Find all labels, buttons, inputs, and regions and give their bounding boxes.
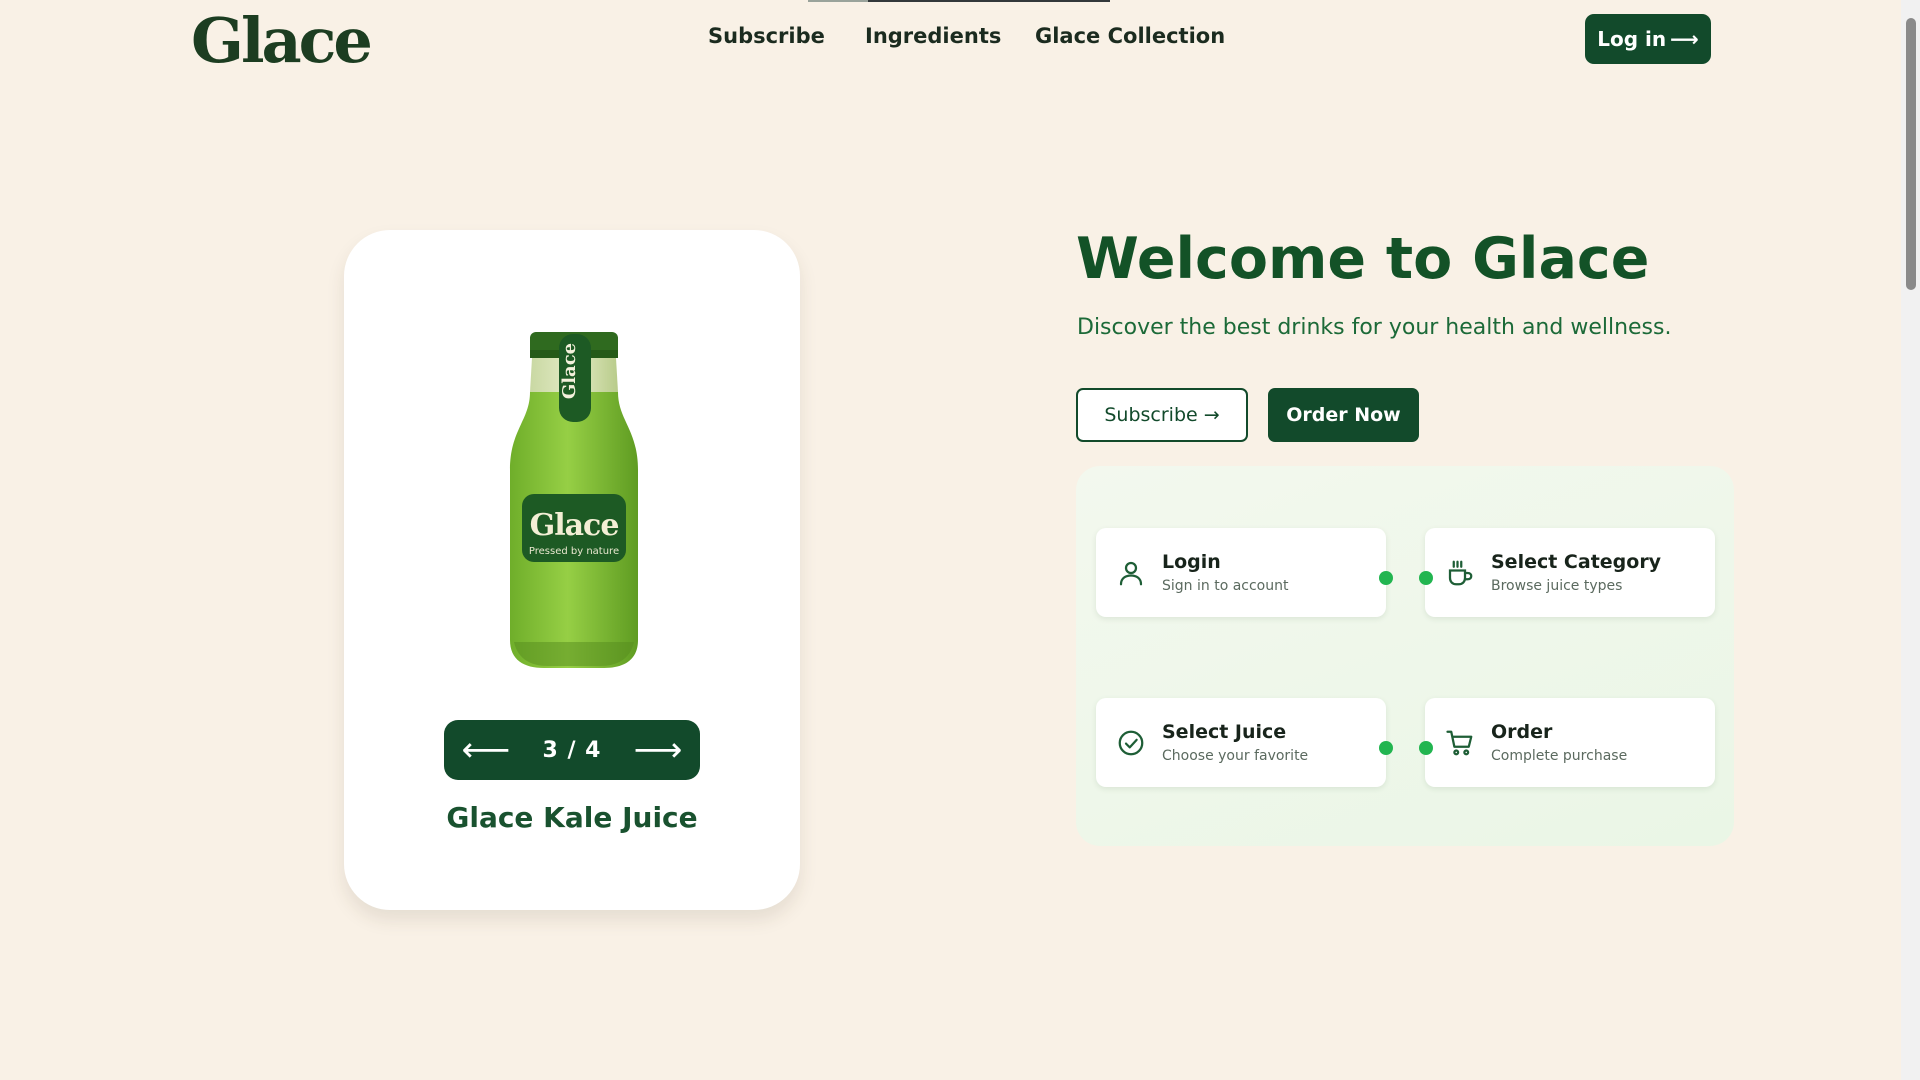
step-title: Login bbox=[1162, 551, 1221, 573]
step-title: Select Juice bbox=[1162, 721, 1287, 743]
cup-icon bbox=[1448, 560, 1473, 585]
nav-ingredients[interactable]: Ingredients bbox=[865, 24, 1001, 48]
page-scrollbar[interactable] bbox=[1901, 0, 1920, 1080]
connector-dot bbox=[1419, 571, 1433, 585]
step-order[interactable]: Order Complete purchase bbox=[1425, 698, 1715, 787]
login-button-label: Log in bbox=[1597, 27, 1667, 51]
product-card: Glace Glace Pressed by nature ⟵ 3 / 4 ⟶ … bbox=[344, 230, 800, 910]
step-desc: Choose your favorite bbox=[1162, 748, 1309, 764]
juice-bottle-image: Glace Glace Pressed by nature bbox=[510, 332, 638, 668]
step-title: Order bbox=[1491, 721, 1553, 743]
cart-icon bbox=[1446, 730, 1473, 755]
connector-dot bbox=[1379, 571, 1393, 585]
connector-dot bbox=[1379, 741, 1393, 755]
step-select-juice[interactable]: Select Juice Choose your favorite bbox=[1096, 698, 1386, 787]
scrollbar-thumb[interactable] bbox=[1906, 18, 1916, 290]
nav-glace-collection[interactable]: Glace Collection bbox=[1035, 24, 1225, 48]
bottle-tab-text: Glace bbox=[559, 343, 580, 399]
prev-arrow-icon[interactable]: ⟵ bbox=[444, 720, 528, 780]
step-select-category[interactable]: Select Category Browse juice types bbox=[1425, 528, 1715, 617]
order-now-button[interactable]: Order Now bbox=[1268, 388, 1419, 442]
login-button[interactable]: Log in ⟶ bbox=[1585, 14, 1711, 64]
hero-title: Welcome to Glace bbox=[1076, 226, 1650, 292]
product-name: Glace Kale Juice bbox=[446, 801, 698, 834]
nav-active-indicator bbox=[808, 0, 1110, 2]
check-circle-icon bbox=[1118, 730, 1144, 755]
pager-count: 3 / 4 bbox=[542, 737, 602, 763]
next-arrow-icon[interactable]: ⟶ bbox=[616, 720, 700, 780]
steps-panel: Login Sign in to account Select Category… bbox=[1076, 466, 1734, 846]
user-icon bbox=[1119, 561, 1143, 585]
nav-subscribe[interactable]: Subscribe bbox=[708, 24, 825, 48]
hero-subtitle: Discover the best drinks for your health… bbox=[1077, 315, 1672, 340]
subscribe-button[interactable]: Subscribe → bbox=[1076, 388, 1248, 442]
step-desc: Complete purchase bbox=[1491, 748, 1628, 764]
bottle-tagline-text: Pressed by nature bbox=[529, 546, 619, 557]
step-desc: Browse juice types bbox=[1491, 578, 1623, 594]
bottle-logo-text: Glace bbox=[530, 508, 619, 543]
step-desc: Sign in to account bbox=[1162, 578, 1289, 594]
step-login[interactable]: Login Sign in to account bbox=[1096, 528, 1386, 617]
connector-dot bbox=[1419, 741, 1433, 755]
brand-logo[interactable]: Glace bbox=[191, 4, 373, 77]
product-pager: ⟵ 3 / 4 ⟶ bbox=[444, 720, 700, 780]
step-title: Select Category bbox=[1491, 551, 1662, 573]
arrow-right-icon: ⟶ bbox=[1670, 27, 1699, 51]
